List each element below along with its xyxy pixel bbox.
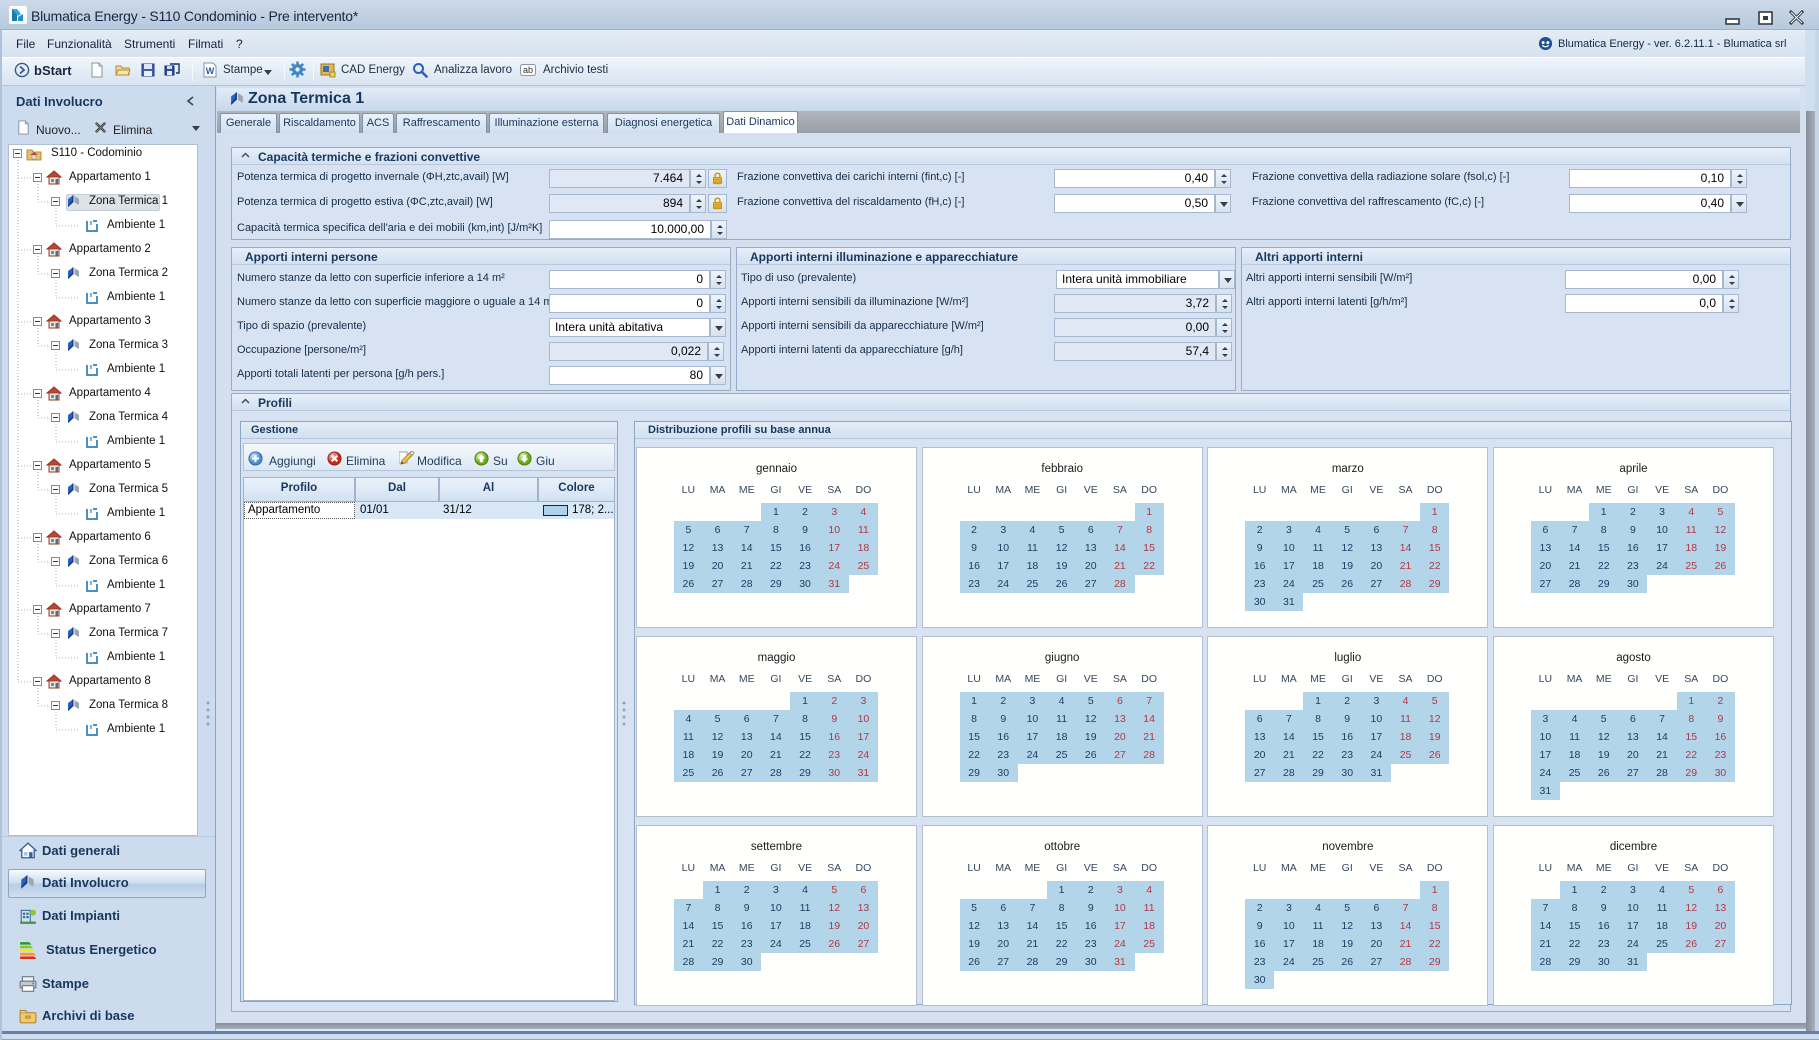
svg-text:ab: ab [523,65,533,75]
